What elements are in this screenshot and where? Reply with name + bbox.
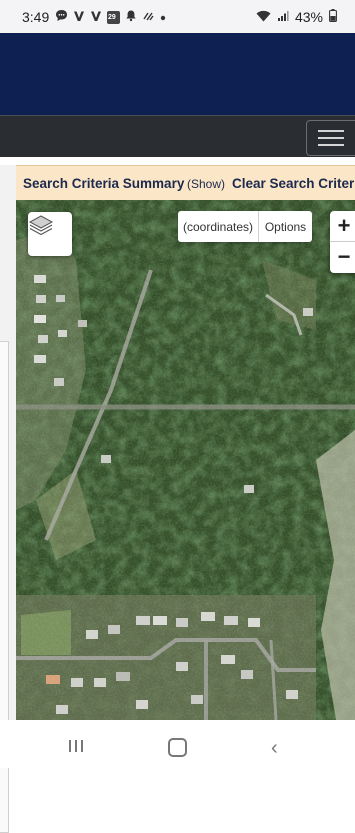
hamburger-icon-bar [318, 137, 344, 139]
back-button[interactable]: ‹ [271, 737, 278, 760]
zoom-in-button[interactable]: + [330, 211, 355, 242]
coordinates-display: (coordinates) [178, 211, 259, 242]
status-bar: 3:49 29 43% [0, 0, 355, 33]
v-app-icon [90, 10, 102, 25]
recent-apps-button[interactable] [68, 739, 84, 758]
status-right: 43% [256, 9, 337, 25]
bell-icon [125, 9, 137, 25]
recent-apps-icon [69, 740, 83, 752]
message-icon [55, 9, 68, 25]
zoom-control: + − [330, 211, 355, 273]
notification-icons: 29 [55, 9, 166, 25]
calendar-icon: 29 [107, 10, 120, 24]
home-button[interactable] [168, 738, 187, 757]
search-criteria-title: Search Criteria Summary [23, 176, 185, 191]
status-time: 3:49 [22, 9, 50, 25]
divider [0, 157, 355, 165]
hamburger-icon-bar [318, 144, 344, 146]
clear-search-criteria-link[interactable]: Clear Search Criteria [232, 176, 355, 191]
search-criteria-bar: Search Criteria Summary (Show) Clear Sea… [16, 165, 355, 201]
layers-icon [28, 215, 54, 236]
zoom-out-button[interactable]: − [330, 242, 355, 272]
show-criteria-link[interactable]: (Show) [187, 177, 225, 191]
dot-icon [160, 10, 166, 24]
sync-icon [142, 10, 155, 25]
calendar-day: 29 [108, 13, 116, 21]
wifi-icon [256, 9, 271, 25]
layers-button[interactable] [28, 212, 72, 256]
signal-icon [277, 9, 289, 25]
site-header [0, 33, 355, 115]
battery-text: 43% [294, 9, 323, 25]
satellite-imagery [16, 200, 355, 720]
navbar [0, 115, 355, 158]
battery-icon [329, 9, 337, 25]
v-app-icon [73, 10, 85, 25]
satellite-map[interactable]: (coordinates) Options + − [16, 200, 355, 720]
hamburger-icon-bar [318, 130, 344, 132]
map-options-button[interactable]: Options [259, 211, 312, 242]
side-panel-edge [0, 165, 17, 833]
hamburger-menu-button[interactable] [306, 120, 355, 156]
coordinates-options-box: (coordinates) Options [178, 211, 312, 242]
